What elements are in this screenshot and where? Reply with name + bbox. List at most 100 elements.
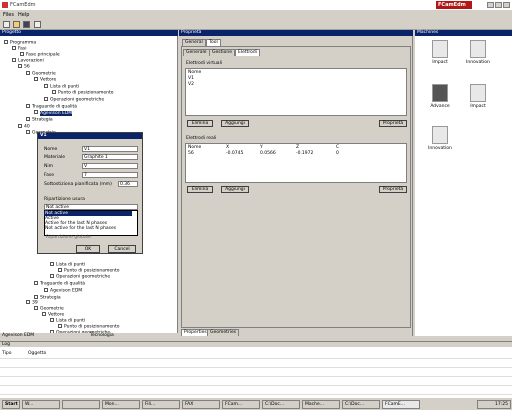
virtual-row[interactable]: V2 <box>188 82 194 87</box>
taskbar-item[interactable]: Mache... <box>302 400 340 409</box>
tree-node[interactable]: 56 <box>18 64 30 70</box>
tree-node[interactable]: Geometrie <box>34 306 64 312</box>
tree-node[interactable]: Lista di punti <box>50 318 85 324</box>
real-properties-button[interactable]: Proprietà <box>379 186 407 193</box>
machine-icon[interactable] <box>470 40 486 58</box>
tree-node[interactable]: Lavorazioni <box>12 58 44 64</box>
tree-node[interactable]: Vettore <box>34 77 56 83</box>
real-cell[interactable]: -0.0745 <box>226 151 243 156</box>
tree-node-icon <box>34 295 38 299</box>
tree-node[interactable]: Programma <box>4 40 36 46</box>
real-header: Y <box>260 145 263 150</box>
menu-help[interactable]: Help <box>18 12 29 18</box>
virtual-electrodes-list[interactable]: Nome V1 V2 <box>185 68 407 116</box>
tree-node-label: Punto di posizionamento <box>64 324 120 330</box>
tree-node[interactable]: 40 <box>18 124 30 130</box>
taskbar-item[interactable]: C:\Doc... <box>342 400 380 409</box>
tree-node-label: Programma <box>10 40 37 46</box>
tab-properties[interactable]: Properties <box>181 329 210 336</box>
tree-node[interactable]: Geometrie <box>26 71 56 77</box>
dialog-field-value[interactable]: V <box>82 163 138 169</box>
machine-icon[interactable] <box>432 126 448 144</box>
tree-node-icon <box>26 71 30 75</box>
tree-node[interactable]: Agevison EDM <box>44 288 82 294</box>
technology-tab[interactable]: Tecnologia <box>90 333 114 338</box>
tree-node[interactable]: Fase principale <box>20 52 60 58</box>
taskbar-item[interactable]: FCam... <box>222 400 260 409</box>
machine-icon[interactable] <box>470 84 486 102</box>
real-cell[interactable]: 0 <box>336 151 339 156</box>
cancel-button[interactable]: Cancel <box>108 245 136 253</box>
add-virtual-button[interactable]: Aggiungi <box>221 120 249 127</box>
tree-node[interactable]: Traguardo di qualità <box>26 104 77 110</box>
machine-icon[interactable] <box>432 84 448 102</box>
tab-general[interactable]: General <box>182 39 206 46</box>
tree-node[interactable]: 39 <box>26 300 38 306</box>
left-status-tab[interactable]: Agevison EDM <box>2 333 34 338</box>
tree-node[interactable]: Lista di punti <box>50 262 85 268</box>
dialog-field-value[interactable]: Graphite 1 <box>82 154 138 160</box>
start-button[interactable]: Start <box>2 400 20 409</box>
menu-files[interactable]: Files <box>3 12 14 18</box>
brand-logo: FCamEdm <box>436 1 472 9</box>
virtual-row[interactable]: V1 <box>188 76 194 81</box>
wear-option[interactable]: Not active for the last N phases <box>44 226 132 231</box>
tab-elettrodi[interactable]: Elettrodi <box>235 49 261 56</box>
tree-node[interactable]: Fasi <box>12 46 27 52</box>
tab-gestione[interactable]: Gestione <box>209 49 235 56</box>
dialog-field-label: Nim <box>44 164 53 169</box>
taskbar: Start W... Mon... Fili... FAX FCam... C:\Doc.… <box>0 397 512 410</box>
tree-node[interactable]: Strategia <box>34 295 61 301</box>
tree-node[interactable]: Operazioni geometriche <box>50 274 110 280</box>
minimize-button[interactable] <box>487 2 494 8</box>
tab-geometries[interactable]: Geometries <box>207 329 240 336</box>
taskbar-item[interactable]: FAX <box>182 400 220 409</box>
taskbar-item[interactable]: FCamE... <box>382 400 420 409</box>
tree-node[interactable]: Traguardo di qualità <box>34 281 85 287</box>
tree-node[interactable]: Punto di posizionamento <box>58 268 120 274</box>
taskbar-item[interactable]: W... <box>22 400 60 409</box>
real-cell[interactable]: -0.1972 <box>296 151 313 156</box>
delete-virtual-button[interactable]: Elimina <box>187 120 213 127</box>
save-icon[interactable] <box>23 21 30 28</box>
tab-tool[interactable]: Tool <box>206 39 221 46</box>
virtual-header-name: Nome <box>188 70 202 75</box>
virtual-properties-button[interactable]: Proprietà <box>379 120 407 127</box>
menu-bar: Files Help <box>0 10 512 19</box>
tool-icon[interactable] <box>34 21 41 28</box>
tree-node[interactable]: Strategia <box>26 117 53 123</box>
delete-real-button[interactable]: Elimina <box>187 186 213 193</box>
real-electrodes-list[interactable]: Nome X Y Z C 56 -0.0745 0.0566 -0.1972 0 <box>185 143 407 183</box>
tree-node[interactable]: Vettore <box>42 312 64 318</box>
real-cell[interactable]: 56 <box>188 151 194 156</box>
close-button[interactable] <box>503 2 510 8</box>
dialog-field-value[interactable]: 7 <box>82 172 138 178</box>
tab-generale[interactable]: Generale <box>183 49 210 56</box>
tree-node-label: 39 <box>32 300 38 306</box>
taskbar-item[interactable]: Fili... <box>142 400 180 409</box>
tree-node-label: Operazioni geometriche <box>50 97 105 103</box>
tree-node-icon <box>50 318 54 322</box>
real-electrodes-label: Elettrodi reali <box>186 136 217 141</box>
machine-icon[interactable] <box>432 40 448 58</box>
tree-node-label: Geometrie <box>40 306 64 312</box>
tree-node[interactable]: Operazioni geometriche <box>44 97 104 103</box>
tree-node[interactable]: Punto di posizionamento <box>58 324 120 330</box>
taskbar-item[interactable] <box>62 400 100 409</box>
real-cell[interactable]: 0.0566 <box>260 151 276 156</box>
tree-node-label: Strategia <box>40 295 61 301</box>
taskbar-item[interactable]: Mon... <box>102 400 140 409</box>
machine-label: Innovation <box>466 60 490 65</box>
dialog-field-value[interactable]: V1 <box>82 146 138 152</box>
open-folder-icon[interactable] <box>13 21 20 28</box>
tree-node[interactable]: Punto di posizionamento <box>52 90 114 96</box>
add-real-button[interactable]: Aggiungi <box>221 186 249 193</box>
taskbar-item[interactable]: C:\Doc... <box>262 400 300 409</box>
maximize-button[interactable] <box>495 2 502 8</box>
tree-node[interactable]: Agevison EDM <box>34 110 73 116</box>
new-file-icon[interactable] <box>3 21 10 28</box>
dialog-field-value[interactable]: 0.36 <box>118 181 138 187</box>
app-icon <box>2 2 8 8</box>
ok-button[interactable]: OK <box>76 245 100 253</box>
tree-node[interactable]: Lista di punti <box>44 84 79 90</box>
